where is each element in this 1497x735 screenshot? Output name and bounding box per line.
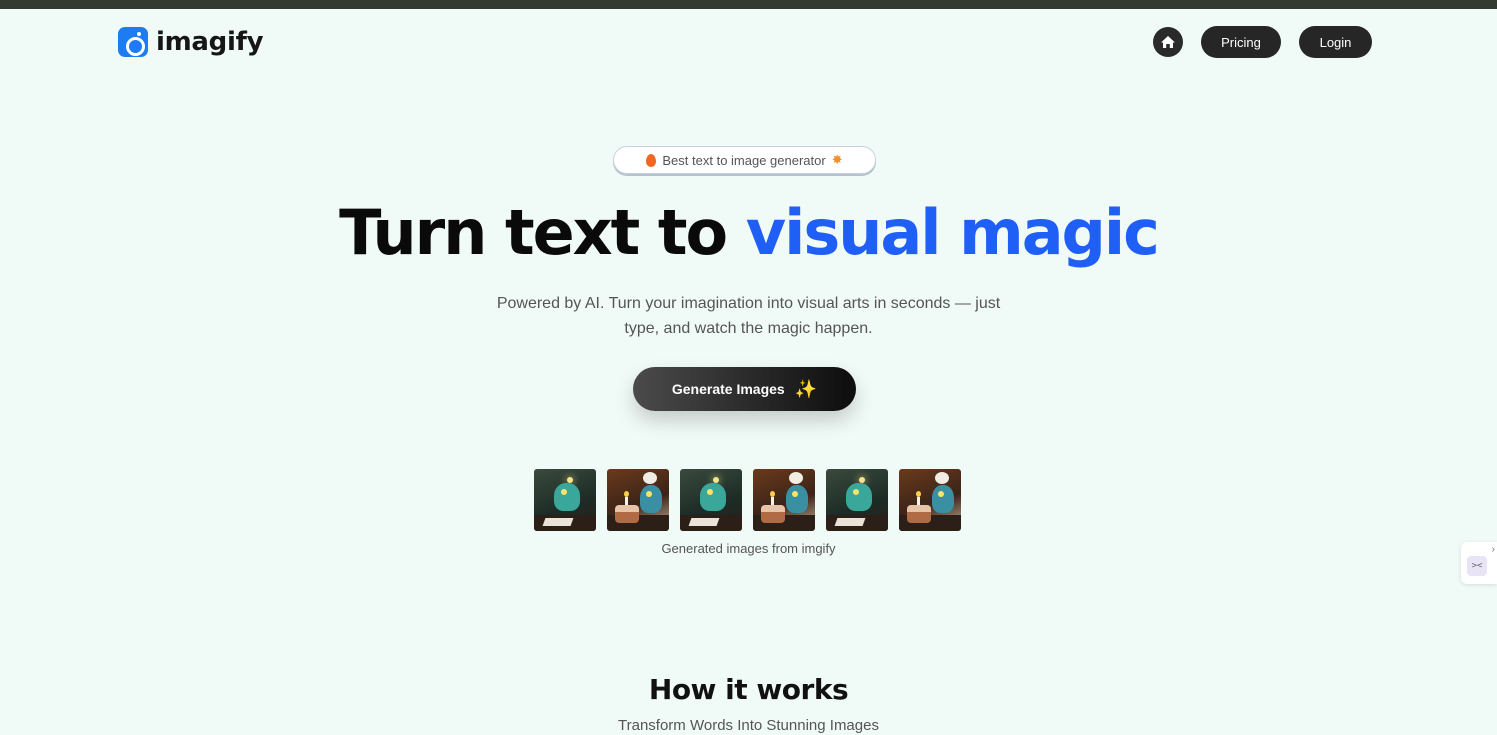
hero-headline: Turn text to visual magic (0, 196, 1497, 269)
headline-plain: Turn text to (339, 196, 746, 269)
how-it-works-subtitle: Transform Words Into Stunning Images (618, 717, 879, 734)
top-nav: Pricing Login (1153, 26, 1372, 58)
sparkle-icon: ✨ (794, 378, 818, 399)
home-icon (1161, 36, 1175, 48)
chevron-right-icon: › (1491, 544, 1495, 555)
sample-image[interactable] (753, 469, 815, 531)
hero-badge: Best text to image generator ✸ (613, 146, 876, 174)
login-button[interactable]: Login (1299, 26, 1372, 58)
sample-image[interactable] (607, 469, 669, 531)
sample-gallery (534, 469, 961, 531)
hero-subtitle: Powered by AI. Turn your imagination int… (0, 291, 1497, 341)
sample-image[interactable] (534, 469, 596, 531)
browser-top-bar (0, 0, 1497, 9)
how-it-works-title: How it works (648, 673, 849, 706)
generate-images-button[interactable]: Generate Images ✨ (633, 367, 856, 411)
gallery-caption: Generated images from imgify (661, 541, 836, 556)
sample-image[interactable] (899, 469, 961, 531)
subtitle-line-1: Powered by AI. Turn your imagination int… (496, 295, 1001, 312)
logo-icon (118, 27, 148, 57)
burst-icon: ✸ (831, 152, 843, 167)
sample-image[interactable] (680, 469, 742, 531)
sample-image[interactable] (826, 469, 888, 531)
brand-name: imagify (156, 27, 264, 57)
badge-text: Best text to image generator (662, 152, 826, 168)
widget-icon: >< (1467, 556, 1487, 576)
floating-side-widget[interactable]: › >< (1461, 542, 1497, 584)
home-button[interactable] (1153, 27, 1183, 57)
logo[interactable]: imagify (118, 27, 264, 57)
pricing-button[interactable]: Pricing (1201, 26, 1281, 58)
fire-icon (646, 153, 657, 167)
subtitle-line-2: type, and watch the magic happen. (624, 320, 873, 337)
headline-accent: visual magic (745, 196, 1160, 269)
cta-label: Generate Images (671, 381, 785, 397)
